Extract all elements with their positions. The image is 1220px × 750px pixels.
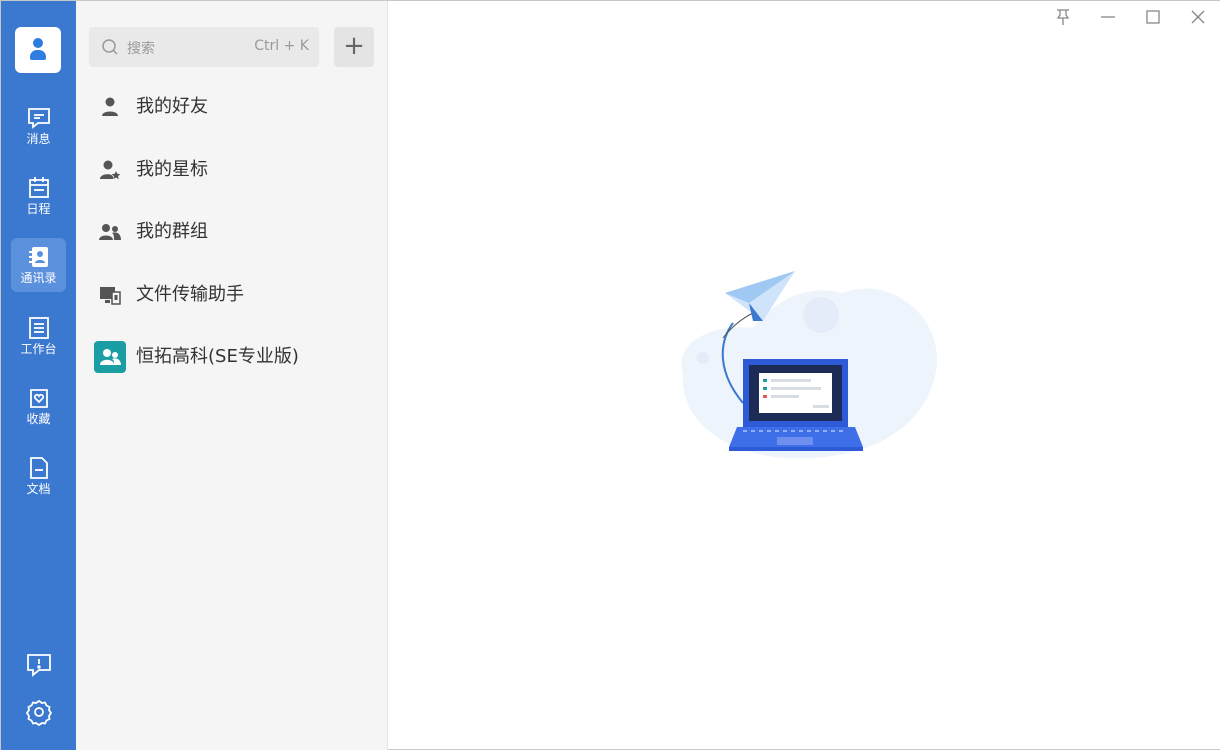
nav-item-label: 收藏 xyxy=(26,412,51,426)
nav-item-contacts[interactable]: 通讯录 xyxy=(11,238,66,292)
favorites-icon xyxy=(29,389,48,408)
contact-item-label: 文件传输助手 xyxy=(136,284,244,305)
settings-button[interactable] xyxy=(25,698,53,727)
pin-icon xyxy=(1056,9,1070,25)
search-icon xyxy=(102,39,118,55)
minimize-icon xyxy=(1101,16,1115,18)
starred-person-icon xyxy=(100,160,121,180)
contact-item-groups[interactable]: 我的群组 xyxy=(76,204,387,260)
add-button[interactable]: + xyxy=(334,27,374,67)
minimize-button[interactable] xyxy=(1098,7,1118,27)
contacts-panel: 搜索 Ctrl + K + 我的好友 我的星标 我的群组 文件传输助手 恒拓高科… xyxy=(76,1,388,750)
contact-item-label: 我的群组 xyxy=(136,221,208,242)
app-window: 消息 日程 通讯录 工作台 收藏 文档 搜索 Ctrl + K + 我的好友 我… xyxy=(0,0,1220,750)
empty-state-illustration xyxy=(681,271,937,459)
contact-item-friends[interactable]: 我的好友 xyxy=(76,79,387,135)
feedback-button[interactable] xyxy=(25,651,53,679)
contact-item-starred[interactable]: 我的星标 xyxy=(76,142,387,198)
contact-item-organization[interactable]: 恒拓高科(SE专业版) xyxy=(76,329,387,385)
contacts-icon xyxy=(28,247,48,267)
document-icon xyxy=(29,457,48,479)
file-transfer-icon xyxy=(100,287,121,305)
nav-item-label: 工作台 xyxy=(20,342,57,356)
nav-item-messages[interactable]: 消息 xyxy=(11,99,66,153)
nav-item-label: 消息 xyxy=(26,132,51,146)
maximize-icon xyxy=(1146,10,1160,24)
contact-item-file-transfer[interactable]: 文件传输助手 xyxy=(76,267,387,323)
avatar[interactable] xyxy=(15,27,61,73)
nav-item-workbench[interactable]: 工作台 xyxy=(11,309,66,363)
calendar-icon xyxy=(28,177,49,198)
contact-item-label: 恒拓高科(SE专业版) xyxy=(136,346,299,367)
nav-item-label: 通讯录 xyxy=(20,271,57,285)
pin-button[interactable] xyxy=(1053,7,1073,27)
nav-item-label: 文档 xyxy=(26,482,51,496)
main-area xyxy=(388,1,1220,749)
close-icon xyxy=(1191,10,1205,24)
search-placeholder: 搜索 xyxy=(127,41,155,57)
contact-item-label: 我的星标 xyxy=(136,159,208,180)
avatar-head xyxy=(33,38,43,48)
search-input[interactable]: 搜索 Ctrl + K xyxy=(89,27,319,67)
nav-rail: 消息 日程 通讯录 工作台 收藏 文档 xyxy=(1,1,76,750)
search-shortcut: Ctrl + K xyxy=(254,38,309,54)
avatar-body xyxy=(30,50,46,60)
close-button[interactable] xyxy=(1188,7,1208,27)
nav-item-documents[interactable]: 文档 xyxy=(11,449,66,503)
feedback-icon xyxy=(27,654,51,677)
person-icon xyxy=(102,97,118,116)
maximize-button[interactable] xyxy=(1143,7,1163,27)
message-icon xyxy=(27,108,50,129)
workbench-icon xyxy=(28,317,49,339)
nav-item-favorites[interactable]: 收藏 xyxy=(11,379,66,433)
organization-icon xyxy=(94,341,126,373)
settings-icon xyxy=(25,699,53,727)
nav-item-calendar[interactable]: 日程 xyxy=(11,169,66,223)
group-icon xyxy=(99,224,121,240)
nav-item-label: 日程 xyxy=(26,202,51,216)
contact-item-label: 我的好友 xyxy=(136,96,208,117)
